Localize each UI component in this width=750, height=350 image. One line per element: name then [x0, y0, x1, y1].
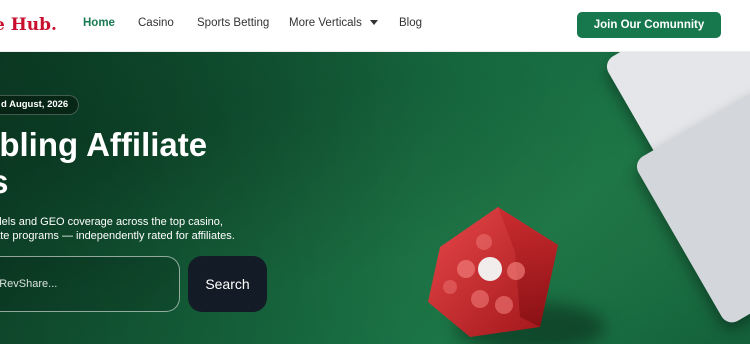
hero-title-line: ns — [0, 163, 290, 200]
chevron-down-icon — [369, 20, 378, 25]
hero-description-line: r affiliate programs — independently rat… — [0, 230, 235, 242]
nav-more-verticals[interactable]: More Verticals — [289, 17, 378, 29]
red-dice-image — [428, 207, 558, 337]
join-community-button[interactable]: Join Our Comunnity — [577, 12, 721, 38]
site-header: e Hub. Home Casino Sports Betting More V… — [0, 0, 750, 52]
nav-blog[interactable]: Blog — [399, 17, 422, 29]
nav-casino[interactable]: Casino — [138, 17, 174, 29]
nav-sports-betting[interactable]: Sports Betting — [197, 17, 269, 29]
hero-section: d August, 2026 mbling Affiliate ns ut mo… — [0, 52, 750, 344]
search-box — [0, 256, 180, 312]
hero-title-line: mbling Affiliate — [0, 126, 208, 163]
hero-description-line: ut models and GEO coverage across the to… — [0, 216, 223, 228]
search-button[interactable]: Search — [188, 256, 267, 312]
date-badge: d August, 2026 — [0, 95, 80, 115]
nav-home[interactable]: Home — [83, 17, 115, 29]
page-bottom-strip — [0, 344, 750, 350]
hero-title: mbling Affiliate ns — [0, 126, 290, 200]
nav-more-verticals-label: More Verticals — [289, 17, 362, 29]
site-logo[interactable]: e Hub. — [0, 15, 57, 35]
search-input[interactable] — [0, 257, 179, 311]
hero-description: ut models and GEO coverage across the to… — [0, 215, 278, 243]
